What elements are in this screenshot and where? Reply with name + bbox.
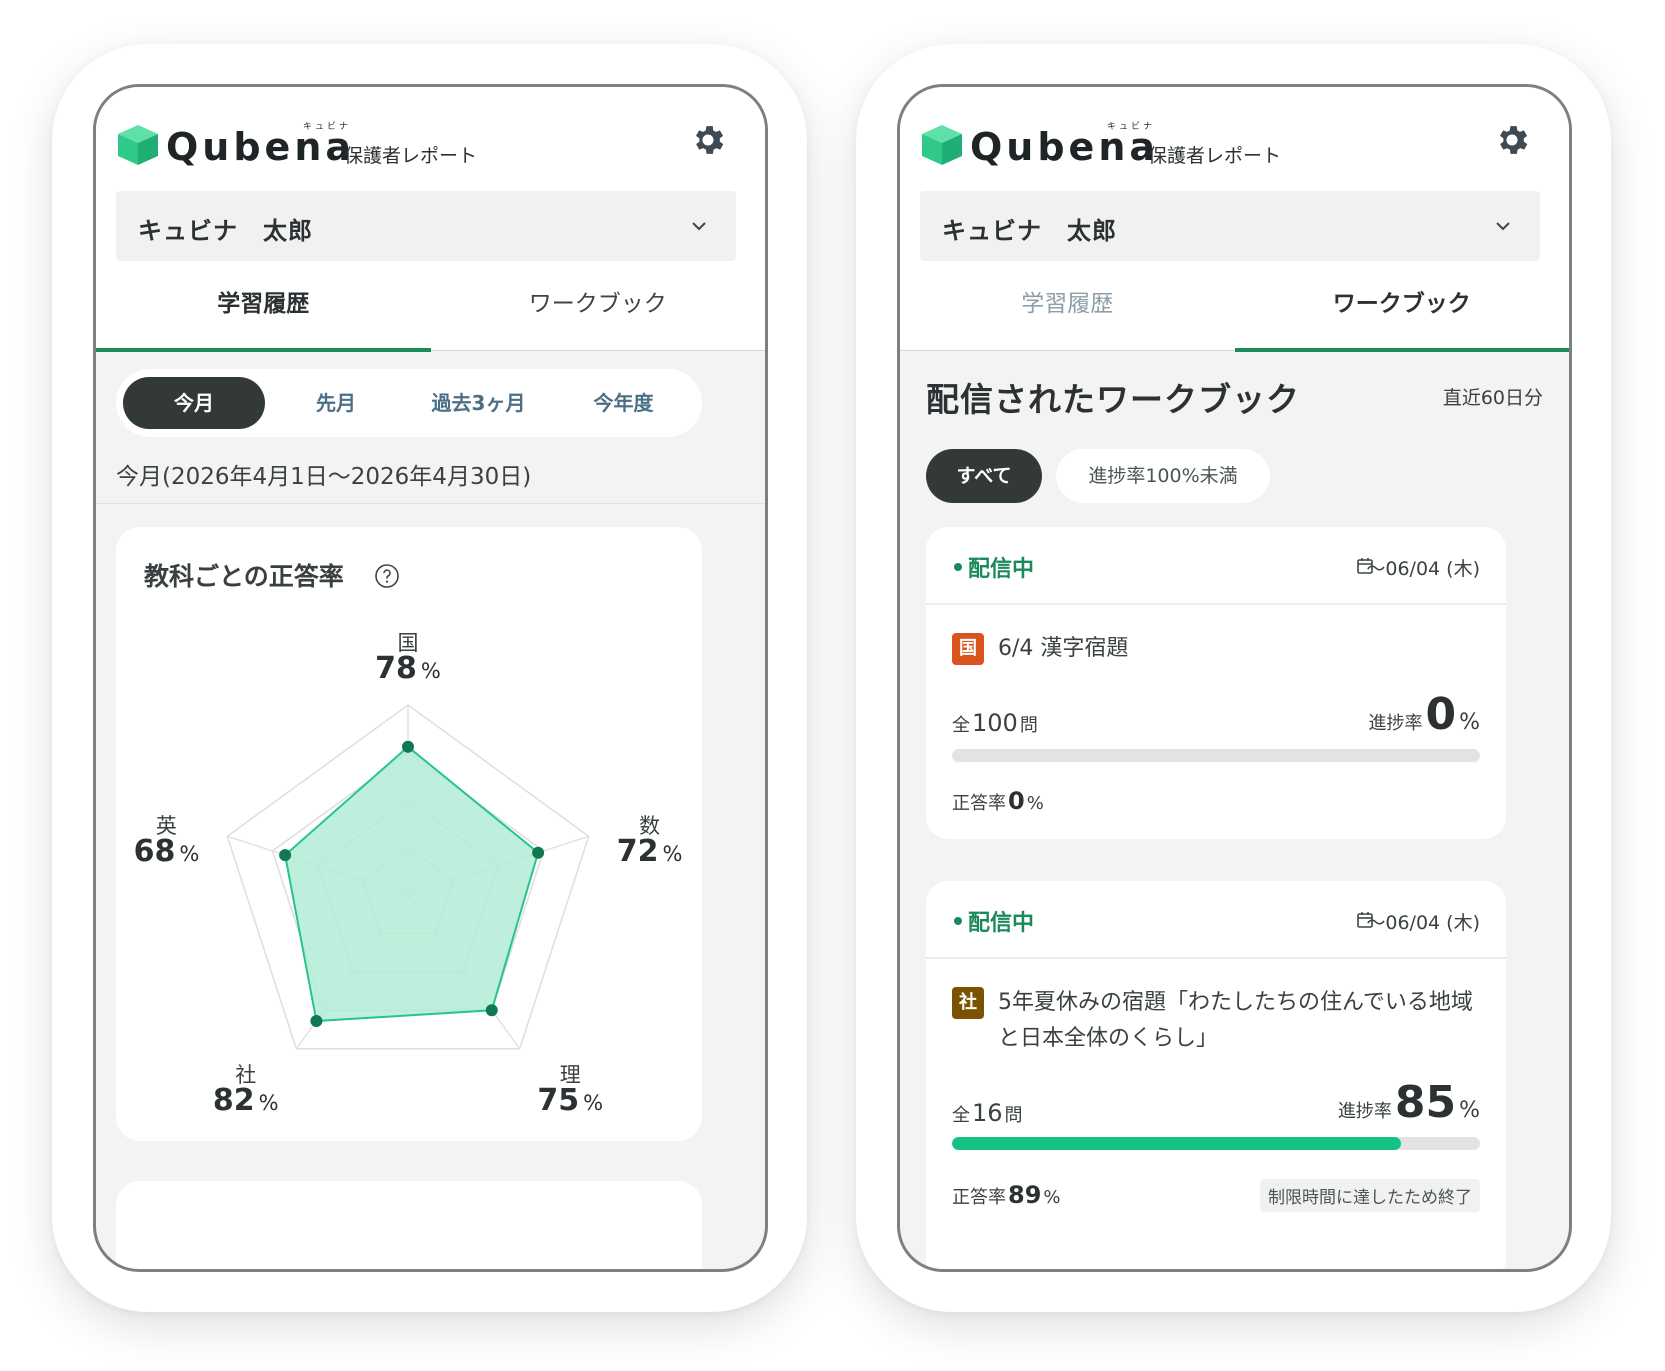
card-title: 教科ごとの正答率 <box>144 562 344 591</box>
progress-bar <box>952 749 1480 762</box>
tab-workbook[interactable]: ワークブック <box>431 287 766 351</box>
chevron-down-icon <box>692 222 706 231</box>
radar-point-1 <box>532 846 545 859</box>
status-dot <box>954 563 962 571</box>
screen-workbook: キュビナ Qubena 保護者レポート キュビナ 太郎 学習履歴 ワークブック … <box>897 84 1572 1272</box>
logo-wordmark: Qubena <box>166 125 356 169</box>
due-date: 〜06/04 (木) <box>1366 912 1480 934</box>
radar-point-4 <box>279 849 292 862</box>
phone-frame-right: キュビナ Qubena 保護者レポート キュビナ 太郎 学習履歴 ワークブック … <box>856 44 1611 1312</box>
gear-icon[interactable] <box>1493 121 1531 159</box>
child-selector[interactable]: キュビナ 太郎 <box>116 191 736 261</box>
child-name: キュビナ 太郎 <box>138 217 313 245</box>
accuracy-rate: 正答率0% <box>952 787 1044 815</box>
accuracy-rate: 正答率89% <box>952 1181 1061 1209</box>
gear-icon[interactable] <box>689 121 727 159</box>
radar-value-label: 75% <box>537 1082 604 1118</box>
radar-series-area <box>284 745 540 1023</box>
period-last-month[interactable]: 先月 <box>266 377 406 429</box>
progress-bar <box>952 1137 1480 1150</box>
radar-value-label: 78% <box>375 651 441 686</box>
question-total: 全100 問 <box>952 709 1038 737</box>
workbook-name: 5年夏休みの宿題「わたしたちの住んでいる地域と日本全体のくらし」 <box>998 990 1473 1051</box>
progress-bar-fill <box>952 1137 1401 1150</box>
time-limit-note: 制限時間に達したため終了 <box>1260 1179 1480 1212</box>
filter-incomplete[interactable]: 進捗率100%未満 <box>1056 449 1270 503</box>
chevron-down-icon <box>1496 222 1510 231</box>
workbook-card[interactable]: 配信中 〜06/04 (木) 国 6/4 漢字宿題 全100 問 進捗率0% 正答… <box>926 527 1506 839</box>
progress-rate: 進捗率0% <box>1368 689 1480 740</box>
tab-learning-history[interactable]: 学習履歴 <box>96 287 431 352</box>
workbook-card-header: 配信中 〜06/04 (木) <box>926 527 1506 605</box>
workbook-card[interactable]: 配信中 〜06/04 (木) 社 5年夏休みの宿題「わたしたちの住んでいる地域と… <box>926 881 1506 1269</box>
qubena-logo: キュビナ Qubena 保護者レポート <box>116 117 516 177</box>
qubena-cube-icon <box>118 125 158 165</box>
radar-point-2 <box>485 1004 498 1017</box>
subject-badge-japanese: 国 <box>952 633 984 665</box>
due-date: 〜06/04 (木) <box>1366 558 1480 580</box>
logo-subtitle: 保護者レポート <box>1148 145 1282 167</box>
section-note: 直近60日分 <box>1442 387 1543 409</box>
logo-wordmark: Qubena <box>970 125 1160 169</box>
filter-all[interactable]: すべて <box>926 449 1042 503</box>
period-range: 今月(2026年4月1日〜2026年4月30日) <box>116 464 532 490</box>
radar-chart <box>226 704 590 1050</box>
radar-point-3 <box>310 1015 323 1028</box>
app-header: キュビナ Qubena 保護者レポート キュビナ 太郎 学習履歴 ワークブック <box>96 87 766 352</box>
status-dot <box>954 917 962 925</box>
status-label: 配信中 <box>968 557 1035 582</box>
child-name: キュビナ 太郎 <box>942 217 1117 245</box>
period-this-year[interactable]: 今年度 <box>551 377 696 429</box>
tab-bar: 学習履歴 ワークブック <box>96 287 766 352</box>
qubena-cube-icon <box>922 125 962 165</box>
tab-bar: 学習履歴 ワークブック <box>900 287 1570 352</box>
logo-subtitle: 保護者レポート <box>344 145 478 167</box>
period-selector: 今月 先月 過去3ヶ月 今年度 <box>116 369 702 437</box>
radar-value-label: 68% <box>133 834 200 870</box>
progress-rate: 進捗率85% <box>1337 1077 1480 1128</box>
tab-learning-history[interactable]: 学習履歴 <box>900 287 1235 351</box>
next-card <box>116 1181 702 1269</box>
radar-value-label: 82% <box>212 1082 279 1118</box>
qubena-logo: キュビナ Qubena 保護者レポート <box>920 117 1320 177</box>
divider <box>96 503 765 504</box>
app-header: キュビナ Qubena 保護者レポート キュビナ 太郎 学習履歴 ワークブック <box>900 87 1570 352</box>
workbook-card-header: 配信中 〜06/04 (木) <box>926 881 1506 959</box>
tab-workbook[interactable]: ワークブック <box>1234 287 1570 352</box>
status-label: 配信中 <box>968 911 1035 936</box>
section-title: 配信されたワークブック <box>926 380 1300 419</box>
radar-point-0 <box>402 740 414 753</box>
help-icon[interactable] <box>374 563 400 589</box>
workbook-name: 6/4 漢字宿題 <box>998 636 1129 661</box>
child-selector[interactable]: キュビナ 太郎 <box>920 191 1540 261</box>
phone-frame-left: キュビナ Qubena 保護者レポート キュビナ 太郎 学習履歴 ワークブック … <box>52 44 807 1312</box>
question-total: 全16 問 <box>952 1099 1023 1127</box>
period-past-3-months[interactable]: 過去3ヶ月 <box>406 377 551 429</box>
screen-learning-history: キュビナ Qubena 保護者レポート キュビナ 太郎 学習履歴 ワークブック … <box>93 84 768 1272</box>
subject-accuracy-card: 教科ごとの正答率 国 78% 数 72% 理 75% 社 82% 英 68% <box>116 527 702 1141</box>
period-this-month[interactable]: 今月 <box>123 377 265 429</box>
radar-value-label: 72% <box>616 834 683 870</box>
subject-badge-social: 社 <box>952 987 984 1019</box>
